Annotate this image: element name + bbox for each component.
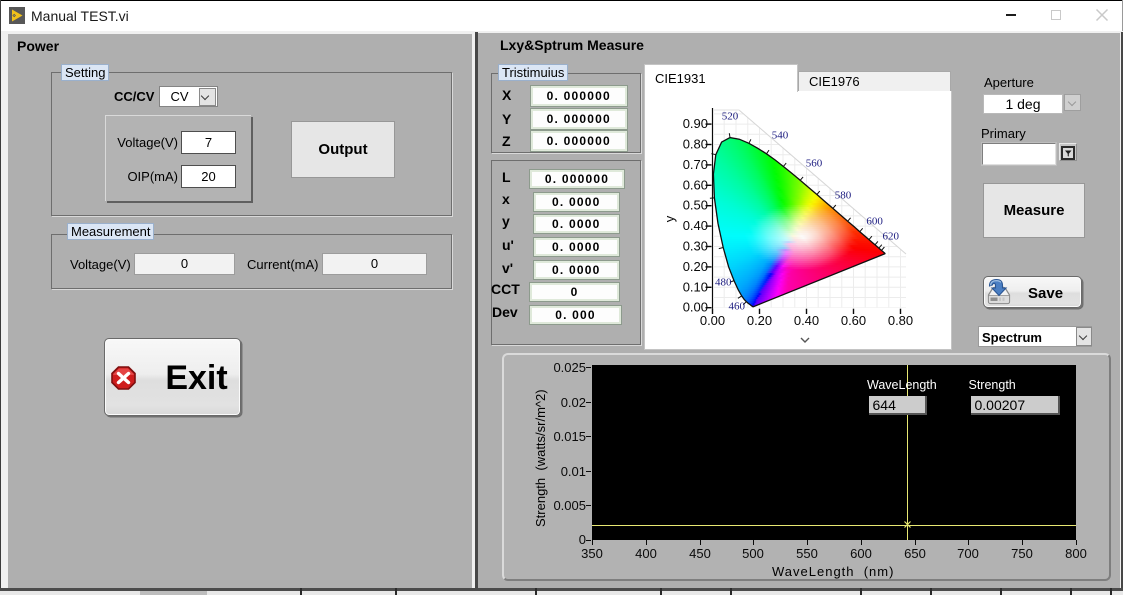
svg-text:0.60: 0.60 [841,313,866,328]
svg-text:560: 560 [806,158,823,170]
svg-text:0.40: 0.40 [683,218,708,233]
svg-text:460: 460 [729,301,746,313]
svg-text:0.00: 0.00 [700,313,725,328]
svg-text:0.60: 0.60 [683,177,708,192]
svg-text:0.40: 0.40 [794,313,819,328]
svg-text:y: y [662,215,677,222]
svg-text:0.80: 0.80 [888,313,913,328]
svg-text:0.20: 0.20 [683,259,708,274]
svg-text:0.20: 0.20 [747,313,772,328]
svg-text:0.70: 0.70 [683,157,708,172]
svg-text:580: 580 [835,190,852,202]
svg-text:520: 520 [722,111,739,123]
svg-text:0.50: 0.50 [683,198,708,213]
svg-text:0.10: 0.10 [683,279,708,294]
svg-text:0.80: 0.80 [683,137,708,152]
svg-text:540: 540 [772,130,789,142]
svg-text:0.30: 0.30 [683,239,708,254]
svg-text:600: 600 [866,215,883,227]
svg-text:0.90: 0.90 [683,116,708,131]
svg-text:620: 620 [882,231,899,243]
svg-text:480: 480 [715,277,732,289]
